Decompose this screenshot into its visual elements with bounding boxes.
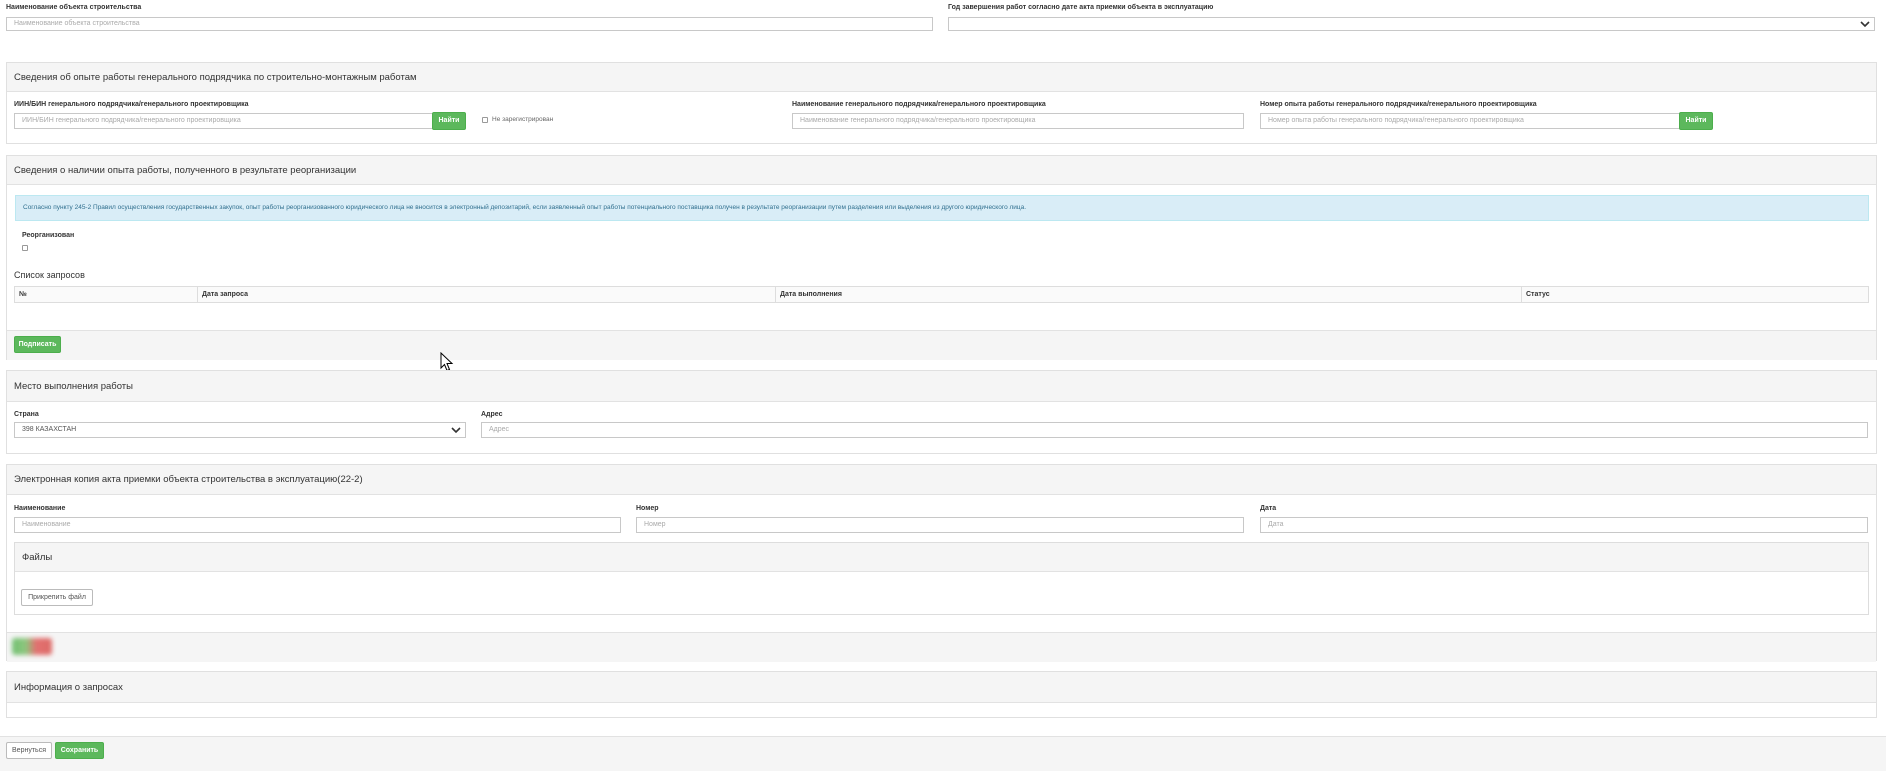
chevron-down-icon [1860,21,1870,28]
address-label: Адрес [481,411,503,418]
document-date-input[interactable]: Дата [1260,517,1868,533]
blurred-status-buttons [12,638,52,655]
document-number-input[interactable]: Номер [636,517,1244,533]
find-contractor-button[interactable]: Найти [432,112,466,130]
reorganization-panel-footer [7,330,1876,360]
column-request-date: Дата запроса [197,287,248,302]
experience-number-input[interactable]: Номер опыта работы генерального подрядчи… [1260,113,1680,129]
panel-title: Информация о запросах [7,672,1876,703]
iin-bin-input[interactable]: ИИН/БИН генерального подрядчика/генераль… [14,113,433,129]
reorganized-checkbox[interactable] [22,245,28,251]
document-name-input[interactable]: Наименование [14,517,621,533]
completion-year-select[interactable] [948,17,1875,31]
document-name-label: Наименование [14,505,66,512]
not-registered-checkbox[interactable] [482,117,488,123]
completion-year-label: Год завершения работ согласно дате акта … [948,4,1214,11]
address-input[interactable]: Адрес [481,422,1868,438]
document-date-label: Дата [1260,505,1277,512]
reorganized-label: Реорганизован [22,232,75,239]
panel-title: Сведения о наличии опыта работы, получен… [7,156,1876,185]
object-name-input[interactable]: Наименование объекта строительства [6,17,933,31]
requests-table-header: № Дата запроса Дата выполнения Статус [14,286,1869,303]
work-place-panel: Место выполнения работы [6,370,1877,454]
files-panel: Файлы [14,542,1869,615]
not-registered-label: Не зарегистрирован [492,116,554,123]
contractor-name-input[interactable]: Наименование генерального подрядчика/ген… [792,113,1244,129]
country-select[interactable]: 398 КАЗАХСТАН [14,422,466,438]
reorganization-info-alert: Согласно пункту 245-2 Правил осуществлен… [15,195,1869,221]
electronic-copy-panel-footer [7,632,1876,662]
files-title: Файлы [15,543,1868,572]
requests-list-title: Список запросов [14,270,85,280]
page-footer [0,736,1886,771]
column-status: Статус [1521,287,1550,302]
panel-title: Место выполнения работы [7,371,1876,402]
panel-title: Сведения об опыте работы генерального по… [7,63,1876,92]
column-number: № [19,291,27,298]
chevron-down-icon [451,427,461,434]
find-experience-button[interactable]: Найти [1679,112,1713,130]
experience-number-label: Номер опыта работы генерального подрядчи… [1260,101,1537,108]
object-name-label: Наименование объекта строительства [6,4,142,11]
iin-bin-label: ИИН/БИН генерального подрядчика/генераль… [14,101,249,108]
attach-file-button[interactable]: Прикрепить файл [21,589,93,606]
requests-info-panel: Информация о запросах [6,671,1877,718]
mouse-cursor-icon [440,352,454,372]
save-button[interactable]: Сохранить [55,742,104,759]
document-number-label: Номер [636,505,659,512]
panel-title: Электронная копия акта приемки объекта с… [7,465,1876,495]
country-label: Страна [14,411,39,418]
contractor-name-label: Наименование генерального подрядчика/ген… [792,101,1046,108]
column-completion-date: Дата выполнения [775,287,842,302]
sign-button[interactable]: Подписать [14,336,61,353]
back-button[interactable]: Вернуться [6,742,52,759]
